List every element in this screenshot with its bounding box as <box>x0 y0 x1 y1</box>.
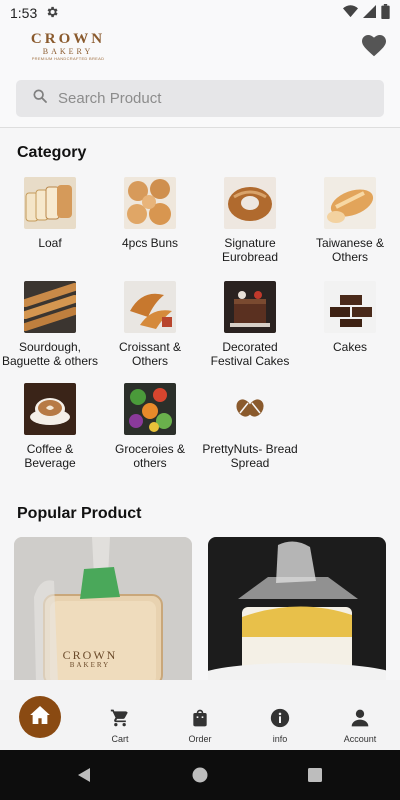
person-icon <box>350 709 370 732</box>
taiwanese-thumbnail <box>324 177 376 229</box>
app-header: CROWN BAKERY PREMIUM HANDCRAFTED BREAD <box>0 26 400 128</box>
recents-icon[interactable] <box>308 768 322 787</box>
card-logo-word-crown: CROWN <box>62 648 118 662</box>
search-icon <box>32 88 48 109</box>
system-navigation-bar <box>0 750 400 800</box>
logo-tagline: PREMIUM HANDCRAFTED BREAD <box>31 56 105 61</box>
category-label: Taiwanese & Others <box>315 236 385 264</box>
coffee-thumbnail <box>24 383 76 435</box>
home-button[interactable] <box>19 696 61 738</box>
popular-product-heading: Popular Product <box>17 505 142 522</box>
heart-icon <box>362 34 386 62</box>
card-logo-word-bakery: BAKERY <box>69 661 111 669</box>
category-label: Coffee & Beverage <box>24 442 76 470</box>
buns-thumbnail <box>124 177 176 229</box>
nav-label-order: Order <box>188 734 212 744</box>
wifi-icon <box>343 5 358 21</box>
category-item-coffee[interactable]: Coffee & Beverage <box>0 383 100 470</box>
status-bar: 1:53 <box>0 0 400 26</box>
sourdough-thumbnail <box>24 281 76 333</box>
nav-item-info[interactable]: info <box>250 708 310 744</box>
category-label: Cakes <box>332 340 367 354</box>
category-item-taiwanese[interactable]: Taiwanese & Others <box>300 177 400 264</box>
nav-label-info: info <box>272 734 288 744</box>
nav-label-account: Account <box>343 734 377 744</box>
home-icon <box>30 705 50 729</box>
product-card-logo: CROWN BAKERY <box>50 649 130 669</box>
logo-word-crown: CROWN <box>30 31 106 47</box>
category-item-cakes[interactable]: Cakes <box>300 281 400 354</box>
category-label: 4pcs Buns <box>121 236 179 250</box>
info-icon <box>270 708 290 732</box>
prettynuts-thumbnail <box>224 383 276 435</box>
cakes-thumbnail <box>324 281 376 333</box>
festival-cakes-thumbnail <box>224 281 276 333</box>
category-item-prettynuts[interactable]: PrettyNuts- Bread Spread <box>200 383 300 470</box>
crown-bakery-logo[interactable]: CROWN BAKERY PREMIUM HANDCRAFTED BREAD <box>28 32 108 68</box>
bottom-navigation: Cart Order info Account <box>0 680 400 750</box>
category-label: Loaf <box>38 236 62 250</box>
battery-icon <box>381 4 390 22</box>
search-bar[interactable] <box>16 80 384 117</box>
category-label: PrettyNuts- Bread Spread <box>202 442 298 470</box>
category-label: Sourdough, Baguette & others <box>1 340 99 368</box>
category-heading: Category <box>17 144 87 161</box>
category-label: Groceroies & others <box>114 442 186 470</box>
nav-item-order[interactable]: Order <box>170 708 230 744</box>
nav-item-cart[interactable]: Cart <box>90 708 150 744</box>
croissant-thumbnail <box>124 281 176 333</box>
product-card[interactable]: CROWN BAKERY <box>14 537 192 683</box>
category-item-croissant[interactable]: Croissant & Others <box>100 281 200 368</box>
category-label: Decorated Festival Cakes <box>210 340 290 368</box>
category-label: Croissant & Others <box>118 340 182 368</box>
category-item-groceries[interactable]: Groceroies & others <box>100 383 200 470</box>
product-card[interactable] <box>208 537 386 683</box>
groceries-thumbnail <box>124 383 176 435</box>
settings-icon <box>45 5 59 22</box>
nav-label-cart: Cart <box>111 734 129 744</box>
signal-icon <box>363 5 376 21</box>
back-icon[interactable] <box>76 767 92 788</box>
search-input[interactable] <box>58 90 358 107</box>
cart-icon <box>110 709 130 732</box>
eurobread-thumbnail <box>224 177 276 229</box>
category-item-eurobread[interactable]: Signature Eurobread <box>200 177 300 264</box>
product-image <box>208 537 386 683</box>
shopping-bag-icon <box>190 709 210 732</box>
category-item-loaf[interactable]: Loaf <box>0 177 100 250</box>
favorites-button[interactable] <box>360 34 388 62</box>
category-item-festival-cakes[interactable]: Decorated Festival Cakes <box>200 281 300 368</box>
category-label: Signature Eurobread <box>221 236 279 264</box>
logo-word-bakery: BAKERY <box>42 47 94 56</box>
category-item-sourdough[interactable]: Sourdough, Baguette & others <box>0 281 100 368</box>
category-item-buns[interactable]: 4pcs Buns <box>100 177 200 250</box>
status-time: 1:53 <box>10 5 38 21</box>
loaf-thumbnail <box>24 177 76 229</box>
home-circle-icon[interactable] <box>192 767 208 788</box>
nav-item-account[interactable]: Account <box>330 708 390 744</box>
